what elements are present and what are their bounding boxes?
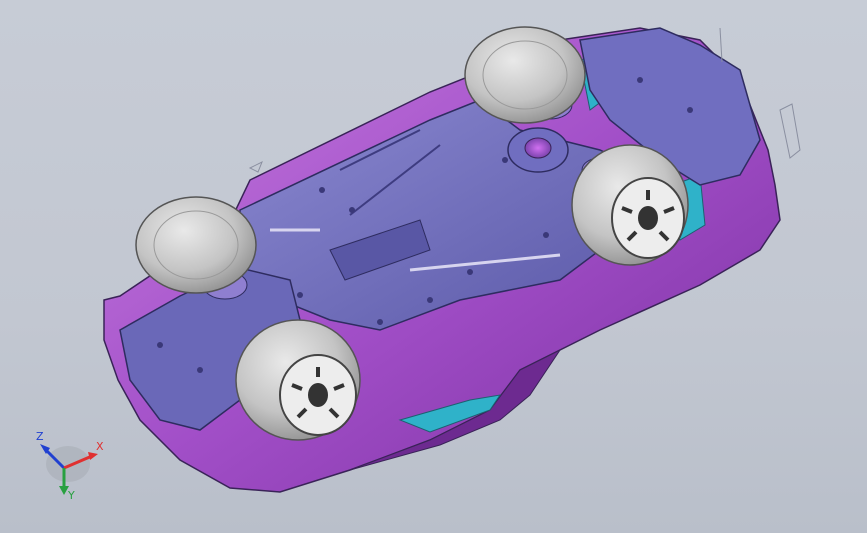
reference-triad[interactable]: Z X Y	[20, 420, 120, 500]
wheel-rear-left[interactable]	[464, 26, 586, 124]
sketch-outline-left	[248, 160, 263, 173]
differential-hub	[524, 137, 552, 159]
y-axis-label: Y	[67, 489, 75, 500]
car-underbody-model[interactable]	[0, 0, 867, 533]
x-axis-label: X	[96, 440, 104, 453]
wheel-front-left[interactable]	[135, 196, 257, 294]
z-axis-label: Z	[36, 430, 44, 443]
sketch-outline-right	[779, 103, 801, 159]
wheel-front-right[interactable]	[235, 319, 361, 441]
graphics-viewport[interactable]: Z X Y	[0, 0, 867, 533]
triad-disc	[46, 446, 90, 482]
wheel-rear-right[interactable]	[571, 144, 689, 266]
x-arrow-icon	[88, 452, 98, 460]
